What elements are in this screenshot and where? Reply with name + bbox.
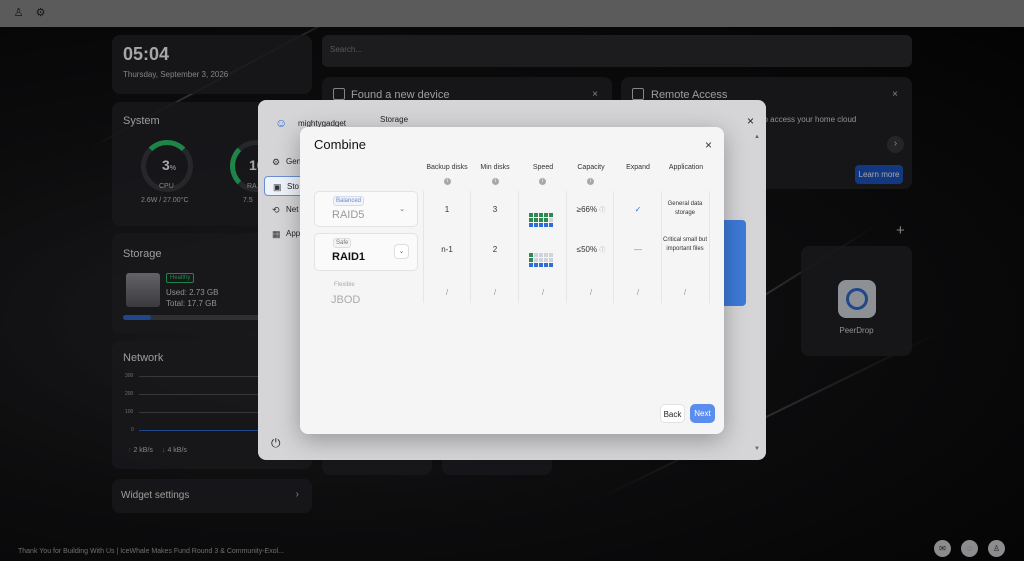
settings-header: Storage xyxy=(380,115,409,124)
info-icon[interactable]: i xyxy=(444,178,451,185)
raid5-capacity: ≥66% ⓘ xyxy=(576,205,606,214)
speed-square xyxy=(529,223,533,227)
raid-name: RAID5 xyxy=(332,209,365,221)
raid-name: RAID1 xyxy=(332,251,366,263)
raid5-application: General data storage xyxy=(667,201,703,216)
raid-option-raid1[interactable]: Safe RAID1 ⌄ xyxy=(314,233,418,271)
jbod-expand: / xyxy=(636,288,640,297)
speed-square xyxy=(539,263,543,267)
scroll-up-icon[interactable]: ▲ xyxy=(754,134,760,140)
raid5-min: 3 xyxy=(492,205,498,214)
info-icon[interactable]: i xyxy=(492,178,499,185)
raid1-min: 2 xyxy=(492,245,498,254)
power-icon[interactable]: ⏻ xyxy=(271,436,281,451)
raid5-expand: ✓ xyxy=(634,205,642,214)
raid1-expand: — xyxy=(634,245,642,254)
col-expand: Expand xyxy=(626,164,650,171)
info-icon[interactable]: ⓘ xyxy=(599,248,605,254)
box-icon: ▣ xyxy=(273,182,282,192)
close-icon[interactable]: × xyxy=(705,138,712,152)
smiley-icon: ☺ xyxy=(275,116,288,130)
info-icon[interactable]: ⓘ xyxy=(599,208,605,214)
raid-name: JBOD xyxy=(331,294,361,306)
jbod-application: / xyxy=(683,288,687,297)
dialog-title: Combine xyxy=(314,137,367,152)
jbod-min: / xyxy=(493,288,497,297)
gear-icon: ⚙ xyxy=(272,157,281,167)
speed-square xyxy=(549,263,553,267)
speed-square xyxy=(549,223,553,227)
network-icon: ⟲ xyxy=(272,205,280,215)
raid-tag-flexible: Flexible xyxy=(334,282,355,288)
jbod-capacity: / xyxy=(589,288,593,297)
raid1-application: Critical small but important files xyxy=(662,237,707,252)
storage-graphic xyxy=(724,220,746,306)
col-speed: Speed xyxy=(532,164,554,171)
col-backup-disks: Backup disks xyxy=(426,164,468,171)
back-button[interactable]: Back xyxy=(660,404,685,423)
raid1-capacity: ≤50% ⓘ xyxy=(576,245,606,254)
raid-option-raid5[interactable]: Balanced RAID5 ⌄ xyxy=(314,191,418,227)
col-min-disks: Min disks xyxy=(480,164,510,171)
raid-tag-safe: Safe xyxy=(333,238,352,248)
raid1-speed xyxy=(529,245,559,267)
chevron-down-icon[interactable]: ⌄ xyxy=(394,244,409,259)
raid-option-jbod[interactable]: Flexible JBOD xyxy=(314,277,418,313)
close-icon[interactable]: × xyxy=(747,114,754,128)
jbod-speed: / xyxy=(541,288,545,297)
raid-tag-balanced: Balanced xyxy=(333,196,365,206)
speed-square xyxy=(529,263,533,267)
speed-square xyxy=(534,263,538,267)
scroll-down-icon[interactable]: ▼ xyxy=(754,446,760,452)
raid5-backup: 1 xyxy=(444,205,450,214)
col-application: Application xyxy=(668,164,704,171)
speed-square xyxy=(544,263,548,267)
jbod-backup: / xyxy=(445,288,449,297)
combine-dialog: Combine × Backup disks Min disks Speed C… xyxy=(300,127,724,434)
raid1-backup: n-1 xyxy=(441,245,453,254)
raid5-speed xyxy=(529,205,559,227)
info-icon[interactable]: i xyxy=(539,178,546,185)
apps-icon: ▦ xyxy=(272,229,281,239)
speed-square xyxy=(544,223,548,227)
speed-square xyxy=(534,223,538,227)
chevron-down-icon[interactable]: ⌄ xyxy=(399,205,405,213)
speed-square xyxy=(539,223,543,227)
next-button[interactable]: Next xyxy=(690,404,715,423)
col-capacity: Capacity xyxy=(577,164,605,171)
info-icon[interactable]: i xyxy=(587,178,594,185)
